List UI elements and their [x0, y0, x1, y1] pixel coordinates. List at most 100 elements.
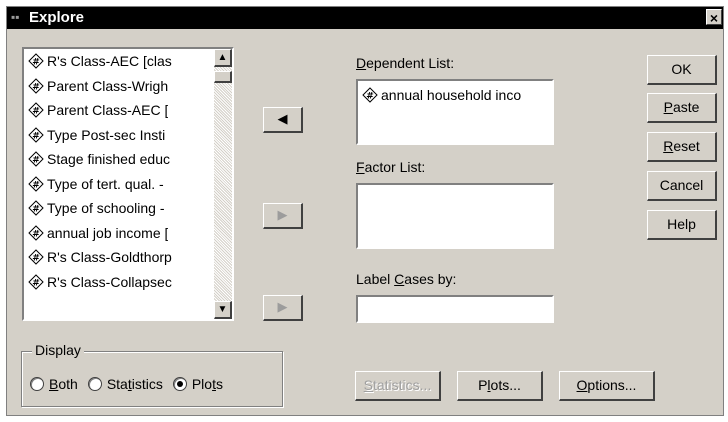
variable-label: R's Class-AEC [clas [47, 53, 172, 70]
reset-hotkey: R [663, 138, 674, 154]
variable-source-list[interactable]: # R's Class-AEC [clas # Parent Class-Wrigh #… [22, 47, 234, 321]
numeric-variable-icon: # [28, 53, 44, 69]
dependent-list[interactable]: # annual household inco [356, 79, 554, 145]
dependent-list-hotkey: D [356, 55, 367, 71]
numeric-variable-icon: # [28, 200, 44, 216]
label-cases-prefix: Label [356, 271, 395, 287]
numeric-variable-icon: # [28, 151, 44, 167]
factor-list-hotkey: F [356, 159, 365, 175]
radio-both-hotkey: B [49, 376, 59, 392]
help-button[interactable]: Help [647, 210, 717, 240]
svg-text:#: # [32, 180, 40, 190]
label-cases-label: Label Cases by: [356, 271, 456, 287]
spss-app-icon: ▪▪ [11, 10, 20, 24]
numeric-variable-icon: # [28, 249, 44, 265]
radio-plots-prefix: Plo [191, 376, 213, 392]
label-cases-hotkey: C [394, 271, 405, 287]
dependent-list-item[interactable]: # annual household inco [362, 87, 550, 103]
reset-button[interactable]: Reset [647, 132, 717, 162]
radio-both-label[interactable]: Both [49, 376, 78, 392]
plots-button[interactable]: Plots... [457, 371, 543, 401]
radio-plots-rest: s [215, 376, 223, 392]
svg-text:#: # [32, 205, 40, 215]
variable-label: Parent Class-AEC [ [47, 102, 169, 119]
variable-list-item[interactable]: # Type Post-sec Insti [24, 123, 214, 148]
plots-label: ots... [490, 377, 521, 393]
explore-dialog: ▪▪ Explore × # R's Class-AEC [clas # Parent… [6, 6, 724, 416]
arrow-right-icon: ▶ [277, 207, 288, 222]
variable-label: Type of schooling - [47, 200, 165, 217]
radio-plots-label[interactable]: Plots [192, 376, 223, 392]
radio-both-rest: oth [58, 376, 78, 392]
variable-label: annual job income [ [47, 224, 169, 241]
close-icon[interactable]: × [706, 9, 722, 26]
label-cases-field[interactable] [356, 295, 554, 323]
variable-label: Parent Class-Wrigh [47, 77, 169, 94]
move-to-dependent-button[interactable]: ◀ [263, 107, 303, 133]
numeric-variable-icon: # [28, 78, 44, 94]
display-options: Both Statistics Plots [30, 376, 233, 392]
statistics-hotkey: S [363, 377, 373, 393]
radio-statistics-label[interactable]: Statistics [107, 376, 163, 392]
factor-list[interactable] [356, 183, 554, 249]
move-to-label-cases-button[interactable]: ▶ [263, 295, 303, 321]
scroll-down-button[interactable]: ▼ [214, 301, 232, 319]
options-hotkey: O [576, 377, 588, 393]
svg-text:#: # [32, 82, 40, 92]
ok-button[interactable]: OK [647, 55, 717, 85]
variable-list-item[interactable]: # R's Class-Goldthorp [24, 245, 214, 270]
variable-label: Type Post-sec Insti [47, 126, 166, 143]
svg-text:#: # [366, 92, 374, 102]
svg-text:#: # [32, 131, 40, 141]
window-title: Explore [29, 9, 85, 26]
variable-list-item[interactable]: # Type of tert. qual. - [24, 172, 214, 197]
variable-list-item[interactable]: # annual job income [ [24, 221, 214, 246]
radio-statistics[interactable] [87, 377, 102, 391]
numeric-variable-icon: # [28, 127, 44, 143]
scroll-up-button[interactable]: ▲ [214, 49, 232, 67]
variable-list-item[interactable]: # Parent Class-AEC [ [24, 98, 214, 123]
variable-list-item[interactable]: # Type of schooling - [24, 196, 214, 221]
paste-hotkey: P [663, 99, 673, 115]
reset-label: eset [673, 138, 700, 154]
radio-both[interactable] [30, 377, 44, 391]
numeric-variable-icon: # [362, 87, 378, 103]
label-cases-label-text: ases by: [404, 271, 457, 287]
paste-button[interactable]: Paste [647, 93, 717, 123]
numeric-variable-icon: # [28, 274, 44, 290]
variable-label: Stage finished educ [47, 151, 170, 168]
dependent-list-label-text: ependent List: [366, 55, 455, 71]
variable-list-item[interactable]: # R's Class-Collapsec [24, 270, 214, 295]
variable-list-item[interactable]: # R's Class-AEC [clas [24, 49, 214, 74]
options-button[interactable]: Options... [559, 371, 655, 401]
radio-plots[interactable] [172, 377, 187, 391]
cancel-button[interactable]: Cancel [647, 171, 717, 201]
numeric-variable-icon: # [28, 225, 44, 241]
variable-label: R's Class-Goldthorp [47, 249, 172, 266]
scroll-thumb[interactable] [214, 71, 232, 83]
dependent-item-label: annual household inco [381, 87, 522, 103]
factor-list-label-text: actor List: [364, 159, 426, 175]
variable-list-item[interactable]: # Stage finished educ [24, 147, 214, 172]
title-bar: ▪▪ Explore × [7, 7, 723, 29]
variable-label: Type of tert. qual. - [47, 175, 164, 192]
svg-text:#: # [32, 156, 40, 166]
arrow-right-icon: ▶ [277, 299, 288, 314]
variable-items: # R's Class-AEC [clas # Parent Class-Wrigh #… [24, 49, 214, 294]
variable-label: R's Class-Collapsec [47, 273, 172, 290]
variable-list-item[interactable]: # Parent Class-Wrigh [24, 74, 214, 99]
display-group: Display Both Statistics Plots [21, 342, 283, 407]
svg-text:#: # [32, 58, 40, 68]
move-to-factor-button[interactable]: ▶ [263, 203, 303, 229]
svg-text:#: # [32, 229, 40, 239]
variable-list-scrollbar[interactable]: ▲ ▼ [214, 49, 232, 319]
statistics-label: tatistics... [372, 377, 432, 393]
svg-text:#: # [32, 278, 40, 288]
statistics-button[interactable]: Statistics... [355, 371, 441, 401]
factor-list-label: Factor List: [356, 159, 425, 175]
arrow-left-icon: ◀ [277, 111, 288, 126]
svg-text:#: # [32, 107, 40, 117]
dependent-list-label: Dependent List: [356, 55, 454, 71]
display-group-title: Display [32, 342, 84, 358]
paste-label: aste [672, 99, 700, 115]
